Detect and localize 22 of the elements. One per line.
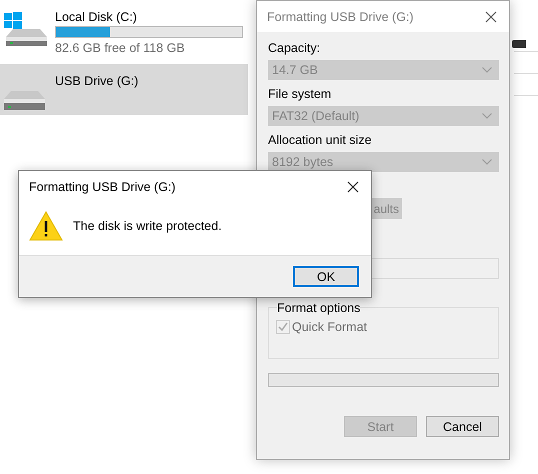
message-text: The disk is write protected. xyxy=(73,218,222,232)
window-title: Formatting USB Drive (G:) xyxy=(267,10,414,24)
free-space-text: 82.6 GB free of 118 GB xyxy=(55,40,186,56)
field-label: Capacity: xyxy=(268,41,322,56)
warning-icon xyxy=(29,210,63,240)
cancel-button[interactable]: Cancel xyxy=(426,416,499,437)
close-icon[interactable] xyxy=(485,10,497,22)
drive-item[interactable]: USB Drive (G:) xyxy=(0,64,248,115)
drive-name: Local Disk (C:) xyxy=(55,10,138,25)
chevron-icon xyxy=(482,67,492,73)
ok-button[interactable]: OK xyxy=(293,266,359,287)
field-label: File system xyxy=(268,87,332,102)
chevron-icon xyxy=(482,113,492,119)
drive-item[interactable]: Local Disk (C:) 82.6 GB free of 118 GB xyxy=(0,0,248,62)
checkbox-label: Quick Format xyxy=(292,320,368,334)
chevron-icon xyxy=(482,159,492,165)
field-label: Allocation unit size xyxy=(268,133,373,148)
window-title: Formatting USB Drive (G:) xyxy=(29,180,176,194)
system-drive-icon xyxy=(4,12,47,46)
group-label: Format options xyxy=(277,301,360,315)
close-icon[interactable] xyxy=(347,180,359,192)
drive-name: USB Drive (G:) xyxy=(55,74,140,89)
